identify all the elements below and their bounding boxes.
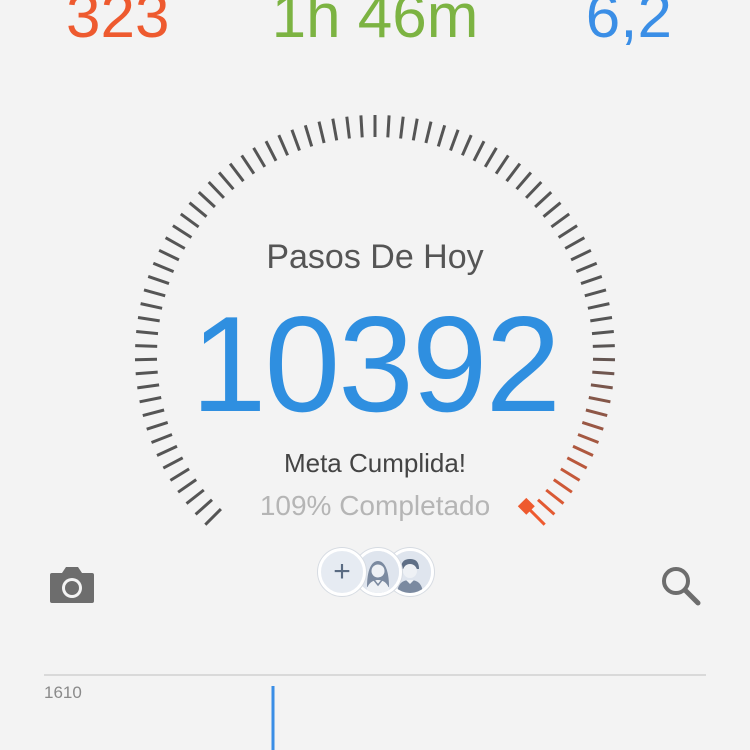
gauge-tick — [557, 224, 578, 239]
gauge-tick — [331, 118, 339, 141]
gauge-tick — [411, 118, 419, 141]
gauge-tick — [461, 134, 473, 156]
steps-screen: 323 1h 46m 6,2 Pasos De Hoy 10392 Meta C… — [0, 0, 750, 750]
gauge-tick — [534, 190, 553, 209]
gauge-tick — [217, 171, 235, 191]
gauge-tick — [550, 212, 571, 229]
camera-icon — [50, 567, 94, 603]
gauge-tick — [188, 201, 208, 218]
search-button[interactable] — [658, 563, 702, 607]
camera-button[interactable] — [48, 563, 96, 607]
goal-percent: 109% Completado — [259, 490, 491, 521]
gauge-tick — [472, 140, 486, 162]
gauge-tick — [264, 140, 278, 162]
distance-stat[interactable]: 6,2 — [586, 0, 672, 48]
gauge-tick — [290, 129, 301, 152]
gauge-tick — [228, 162, 245, 183]
gauge-tick — [386, 115, 391, 138]
steps-history-chart: 1610 — [44, 674, 706, 750]
gauge-tick — [179, 212, 200, 229]
gauge-tick — [483, 147, 498, 168]
add-friend-button[interactable]: + — [318, 548, 366, 596]
gauge-tick — [505, 162, 522, 183]
gauge-tick — [436, 124, 447, 147]
gauge-tick — [580, 274, 603, 286]
gauge-tick — [399, 116, 405, 139]
chart-bars — [271, 686, 275, 750]
gauge-tick — [303, 124, 314, 147]
gauge-tick — [150, 433, 173, 444]
gauge-tick — [449, 129, 460, 152]
gauge-tick — [172, 224, 193, 239]
gauge-tick — [277, 134, 289, 156]
gauge-tick — [240, 154, 256, 175]
gauge-tick — [515, 171, 533, 191]
gauge-tick — [424, 121, 433, 144]
gauge-tick — [197, 190, 216, 209]
gauge-tick — [252, 147, 267, 168]
goal-status: Meta Cumplida! — [283, 448, 467, 478]
gauge-tick — [577, 433, 600, 444]
search-icon — [662, 567, 701, 606]
gauge-tick — [143, 288, 166, 298]
gauge-tick — [147, 274, 170, 286]
friends-row: + — [318, 546, 438, 596]
steps-count: 10392 — [190, 288, 561, 440]
gauge-tick — [584, 288, 607, 298]
gauge-title: Pasos De Hoy — [266, 238, 484, 276]
gauge-tick — [359, 115, 364, 138]
gauge-tick — [525, 180, 543, 199]
plus-icon: + — [333, 555, 351, 588]
gauge-tick — [494, 154, 510, 175]
gauge-tick — [317, 121, 326, 144]
gauge-tick — [542, 201, 562, 218]
gauge-tick — [345, 116, 351, 139]
gauge-tick — [207, 180, 225, 199]
